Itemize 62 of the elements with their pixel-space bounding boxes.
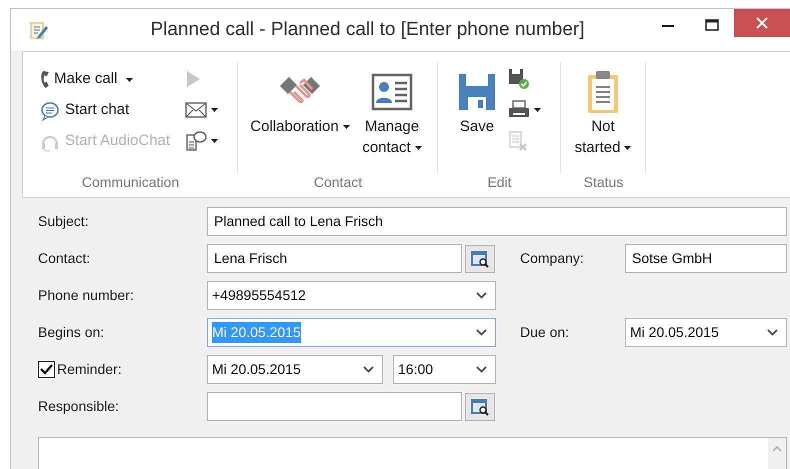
notepad-pencil-icon xyxy=(29,20,49,40)
lookup-button[interactable] xyxy=(465,392,495,420)
field-label: Phone number: xyxy=(38,286,135,305)
phone-icon xyxy=(40,71,49,88)
clipboard-icon xyxy=(586,70,620,114)
checkmark-icon xyxy=(40,364,53,375)
chevron-down-icon xyxy=(767,329,778,336)
contact-card-icon xyxy=(371,73,413,111)
chat-bubble-icon xyxy=(40,100,60,120)
group-label: Status xyxy=(582,173,624,191)
group-label: Contact xyxy=(312,173,364,191)
caret-icon xyxy=(342,125,350,130)
caret-icon xyxy=(211,108,218,112)
group-label: Edit xyxy=(486,173,513,191)
reminder-checkbox[interactable] xyxy=(38,361,55,378)
text-field[interactable] xyxy=(207,392,462,421)
play-icon xyxy=(185,70,201,88)
scrollbar[interactable] xyxy=(768,438,786,469)
close-button[interactable] xyxy=(734,9,790,37)
caret-icon xyxy=(211,139,218,143)
text-field[interactable]: Planned call to Lena Frisch xyxy=(207,207,787,236)
address-card-search-icon xyxy=(470,248,490,268)
text-field[interactable]: Lena Frisch xyxy=(207,244,462,273)
chevron-down-icon xyxy=(476,292,487,299)
dropdown-field[interactable]: +49895554512 xyxy=(207,281,496,310)
field-label: Due on: xyxy=(520,323,570,342)
minimize-icon xyxy=(662,24,674,26)
caret-icon xyxy=(534,108,541,112)
dropdown-field[interactable]: Mi 20.05.2015 xyxy=(207,355,383,384)
scroll-up-icon xyxy=(772,446,782,452)
caret-icon xyxy=(624,146,632,150)
field-label: Begins on: xyxy=(38,323,106,342)
save-check-icon xyxy=(508,68,530,90)
chevron-down-icon xyxy=(476,366,487,373)
maximize-icon xyxy=(705,19,719,31)
ribbon-button[interactable]: Collaboration xyxy=(246,62,354,170)
dropdown-field[interactable]: Mi 20.05.2015 xyxy=(625,318,787,347)
ribbon-button[interactable]: Manage contact xyxy=(356,62,428,170)
caret-icon xyxy=(126,78,134,82)
caret-icon xyxy=(414,146,422,150)
window-title: Planned call - Planned call to [Enter phone number] xyxy=(149,18,586,42)
ribbon-button[interactable]: Make call xyxy=(40,64,183,95)
field-label: Responsible: xyxy=(38,397,120,416)
document-delete-icon xyxy=(508,130,528,152)
field-label: Subject: xyxy=(38,212,90,231)
group-label: Communication xyxy=(80,173,180,191)
dropdown-field[interactable]: 16:00 xyxy=(393,355,496,384)
ribbon-button[interactable]: Start chat xyxy=(40,95,183,126)
chevron-down-icon xyxy=(363,366,374,373)
address-card-search-icon xyxy=(470,396,490,416)
ribbon-button[interactable]: Save xyxy=(448,62,506,170)
close-icon xyxy=(756,17,768,29)
envelope-icon xyxy=(185,102,207,118)
mobile-message-icon xyxy=(185,130,207,152)
printer-icon xyxy=(508,100,530,120)
field-label: Contact: xyxy=(38,249,92,268)
ribbon-button[interactable]: Not started xyxy=(565,62,641,170)
field-label: Reminder: xyxy=(57,360,122,379)
lookup-button[interactable] xyxy=(465,244,495,272)
chevron-down-icon xyxy=(476,329,487,336)
text-field[interactable]: Sotse GmbH xyxy=(625,244,787,273)
field-label: Company: xyxy=(520,249,585,268)
